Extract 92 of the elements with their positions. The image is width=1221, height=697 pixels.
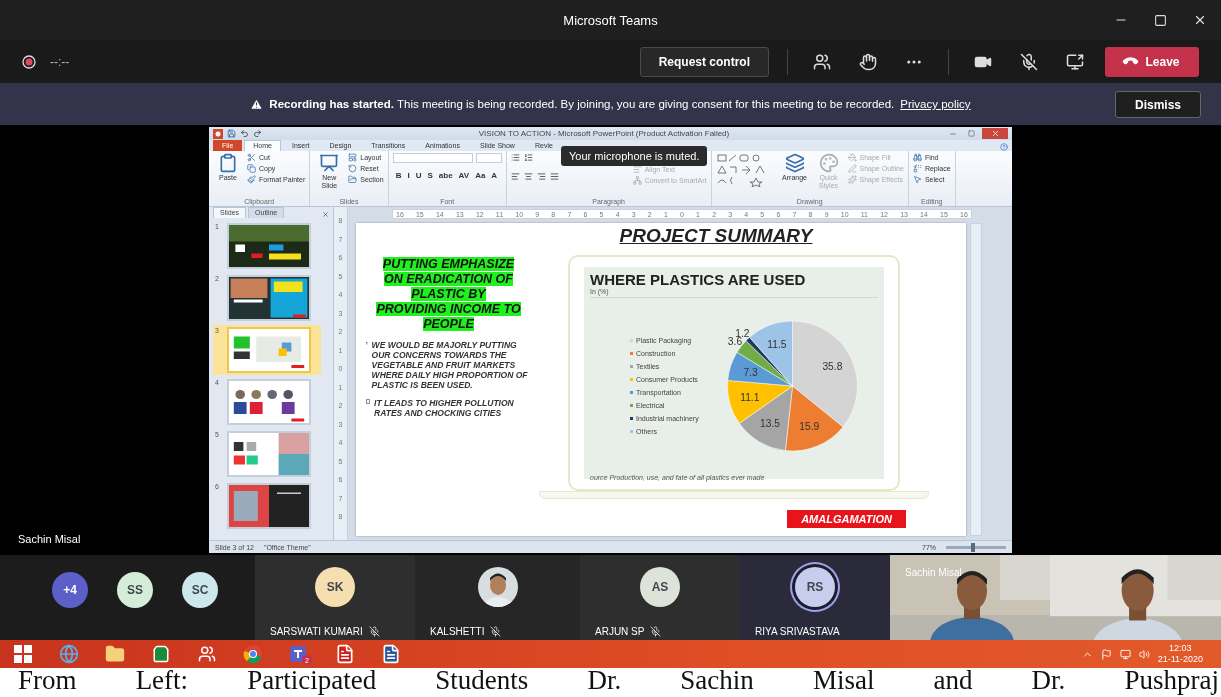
flag-icon[interactable] [1100, 648, 1112, 660]
square-bullet-icon [366, 398, 371, 405]
participant-name: Sachin Misal [905, 567, 962, 578]
avatar: AS [640, 567, 680, 607]
network-icon[interactable] [1119, 648, 1131, 660]
bullet-list-icon[interactable] [510, 153, 520, 162]
window-title: Microsoft Teams [563, 12, 658, 28]
format-button[interactable]: I [404, 171, 413, 180]
align-icon [632, 165, 642, 174]
format-button[interactable]: U [412, 171, 425, 180]
shopping-bag-icon[interactable] [152, 645, 170, 663]
participants-icon[interactable] [813, 52, 831, 71]
avatar: SK [315, 567, 355, 607]
slide-icon [319, 153, 340, 173]
hand-icon[interactable] [859, 52, 877, 71]
avatar[interactable]: SC [182, 572, 218, 608]
meeting-timer: --:-- [50, 54, 70, 69]
share-screen-icon[interactable] [1066, 52, 1084, 71]
diagram-icon [632, 176, 642, 185]
zoom-slider[interactable] [946, 545, 1006, 549]
privacy-link[interactable]: Privacy policy [900, 98, 971, 110]
clipboard-icon [218, 153, 238, 173]
teams-icon[interactable] [289, 644, 309, 664]
avatar[interactable]: SS [117, 572, 153, 608]
windows-icon[interactable] [14, 645, 32, 663]
people-icon[interactable] [198, 645, 216, 663]
leave-button[interactable]: Leave [1105, 46, 1199, 77]
clock-date: 21-11-2020 [1157, 654, 1203, 665]
tooltip: Your microphone is muted. [561, 146, 708, 166]
folder-icon[interactable] [105, 644, 125, 664]
scissors-icon [247, 153, 256, 162]
save-icon[interactable] [227, 129, 236, 138]
align-right-icon[interactable] [536, 172, 546, 181]
data-label: 13.5 [760, 418, 780, 430]
binoculars-icon [912, 153, 922, 162]
undo-icon[interactable] [240, 129, 249, 138]
justify-icon[interactable] [549, 172, 559, 181]
align-left-icon[interactable] [510, 172, 520, 181]
mic-off-icon[interactable] [1020, 52, 1038, 71]
redo-icon[interactable] [253, 129, 262, 138]
reset-icon [348, 164, 358, 173]
volume-icon[interactable] [1138, 648, 1150, 660]
pen-icon [847, 164, 857, 173]
data-label: 35.8 [822, 361, 843, 373]
format-button[interactable]: AV [455, 171, 473, 180]
data-label: 15.9 [799, 421, 820, 433]
layout-icon [348, 153, 358, 162]
paint-bucket-icon [847, 153, 857, 162]
document-title: VISION TO ACTION - Microsoft PowerPoint (Product Activation Failed) [477, 129, 731, 138]
sparkles-icon [847, 175, 857, 184]
align-center-icon[interactable] [523, 172, 533, 181]
pdf-icon[interactable] [335, 644, 355, 664]
folder-icon [348, 175, 358, 184]
pointer-icon [912, 175, 922, 184]
presenter-name: Sachin Misal [18, 533, 81, 545]
font-size-field[interactable] [475, 153, 502, 163]
slider-thumb[interactable] [971, 542, 975, 552]
format-button[interactable]: B [392, 171, 405, 180]
banner-message: Recording has started. This meeting is being recorded. By joining, you are giving consent for this meeting to be recorded. [269, 98, 895, 110]
avatar[interactable]: +4 [52, 572, 88, 608]
layers-icon [784, 153, 805, 173]
data-label: 11.5 [767, 339, 787, 351]
data-label: 11.1 [740, 391, 760, 403]
font-name-field[interactable] [392, 153, 473, 163]
participant-name: RIYA SRIVASTAVA [755, 626, 840, 637]
format-button[interactable]: abe [435, 171, 456, 180]
slide-title: PROJECT SUMMARY [619, 225, 813, 247]
dismiss-button[interactable]: Dismiss [1115, 91, 1201, 118]
format-button[interactable]: Aa [472, 171, 489, 180]
logo-label: AMALGAMATION [787, 510, 906, 528]
app-logo-icon [213, 128, 223, 139]
format-button[interactable]: S [424, 171, 436, 180]
copy-icon [247, 164, 256, 173]
caption: From Left: Participated Students Dr. Sachin Misal and Dr. Pushpraj [0, 668, 1221, 697]
warning-icon [250, 97, 264, 111]
chart-title: WHERE PLASTICS ARE USED [590, 271, 807, 288]
participant-name: ARJUN SP [595, 626, 645, 637]
chrome-icon[interactable] [243, 644, 263, 664]
close-icon[interactable] [1193, 13, 1207, 27]
participant-name: SARSWATI KUMARI [270, 626, 363, 637]
clock-time: 12:03 [1169, 643, 1192, 654]
bullet-text: IT LEADS TO HIGHER POLLUTION RATES AND CHOCKING CITIES [374, 398, 515, 418]
replace-icon [912, 164, 922, 173]
bullet-text: WE WOULD BE MAJORLY PUTTING OUR CONCERNS TOWARDS THE VEGETABLE AND FRUIT MARKETS WHERE DAILY HIGH PROPORTION OF PLASTIC IS BEEN USED. [371, 340, 529, 390]
palette-icon [818, 153, 839, 173]
participant-name: KALSHETTI [430, 626, 485, 637]
request-control-button[interactable]: Request control [639, 46, 769, 77]
document-icon[interactable] [381, 644, 401, 664]
paintbrush-icon [247, 175, 256, 184]
numbered-list-icon[interactable] [523, 153, 533, 162]
format-button[interactable]: A [488, 171, 501, 180]
data-label: 7.3 [743, 366, 758, 378]
